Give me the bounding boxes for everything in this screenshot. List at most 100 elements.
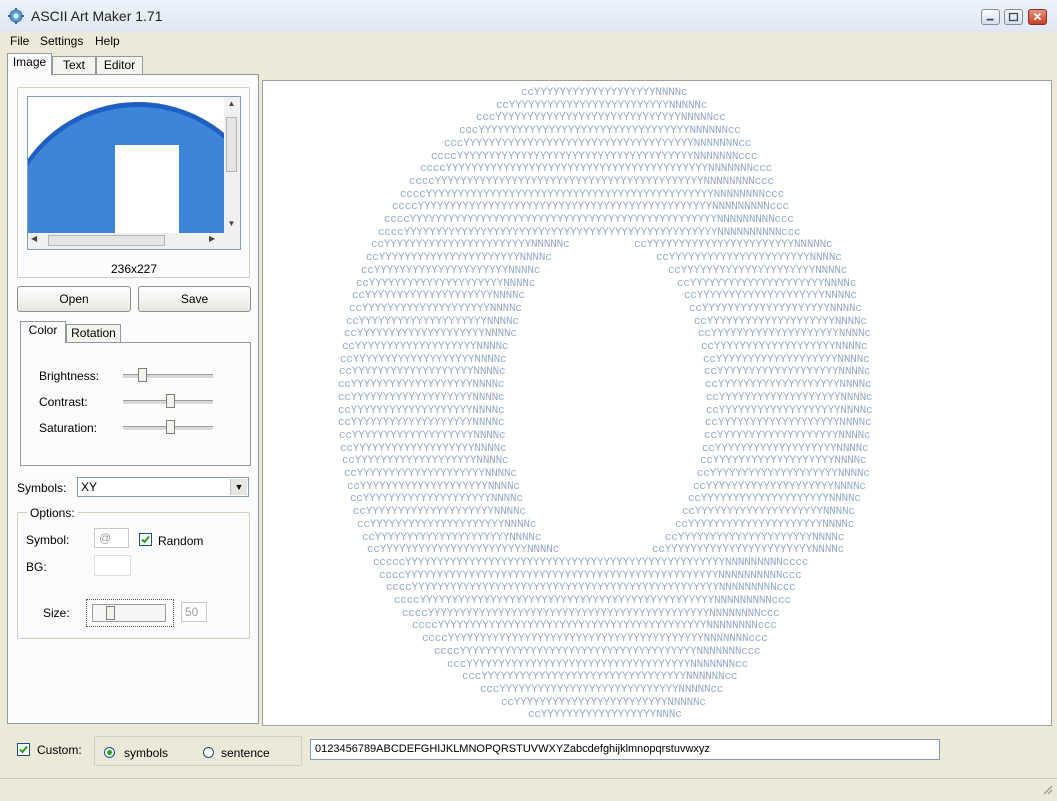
random-checkbox[interactable] [139, 533, 152, 546]
scroll-left-icon[interactable]: ◀ [31, 234, 43, 246]
symbols-select-value: XY [81, 480, 98, 494]
tab-image[interactable]: Image [7, 53, 52, 75]
ascii-art-line: cccYYYYYYYYYYYYYYYYYYYYYYYYYYYYNNNNNcc [480, 684, 724, 696]
ascii-art-line: ccYYYYYYYYYYYYYYYYYYYYYNNNNc [677, 278, 857, 290]
ascii-art-line: ccYYYYYYYYYYYYYYYYYYYNNNNc [705, 379, 872, 391]
ascii-art-line: ccYYYYYYYYYYYYYYYYYYYYNNNNc [347, 481, 520, 493]
symbols-radio[interactable] [104, 747, 115, 758]
ascii-art-line: ccccYYYYYYYYYYYYYYYYYYYYYYYYYYYYYYYYYYYY… [394, 595, 791, 607]
ascii-art-line: cccccYYYYYYYYYYYYYYYYYYYYYYYYYYYYYYYYYYY… [373, 557, 809, 569]
ascii-art-line: ccYYYYYYYYYYYYYYYYYYYYNNNNc [694, 316, 867, 328]
symbol-label: Symbol: [26, 533, 70, 547]
menu-settings[interactable]: Settings [40, 34, 83, 48]
contrast-label: Contrast: [39, 395, 88, 409]
ascii-art-line: ccccYYYYYYYYYYYYYYYYYYYYYYYYYYYYYYYYYYYY… [420, 163, 773, 175]
minimize-icon [986, 18, 994, 21]
contrast-slider[interactable] [166, 394, 175, 408]
sentence-radio-label: sentence [221, 746, 270, 760]
ascii-art-line: ccccYYYYYYYYYYYYYYYYYYYYYYYYYYYYYYYYYYYY… [402, 608, 780, 620]
vertical-scrollbar-thumb[interactable] [226, 117, 237, 172]
sentence-radio[interactable] [203, 747, 214, 758]
ascii-art-line: ccYYYYYYYYYYYYYYYYYYYNNNNc [338, 379, 505, 391]
ascii-art-line: ccccYYYYYYYYYYYYYYYYYYYYYYYYYYYYYYYYYYYY… [412, 620, 777, 632]
ascii-art-line: ccccYYYYYYYYYYYYYYYYYYYYYYYYYYYYYYYYYYYY… [378, 227, 801, 239]
custom-checkbox[interactable] [17, 743, 30, 756]
ascii-art-line: ccYYYYYYYYYYYYYYYYYYYYYYYYYNNNNNc [496, 100, 708, 112]
ascii-art-line: ccYYYYYYYYYYYYYYYYYYYYNNNNc [684, 290, 857, 302]
ascii-art-line: ccYYYYYYYYYYYYYYYYYYYYNNNNc [693, 481, 866, 493]
checkmark-icon [19, 745, 28, 754]
ascii-art-line: ccYYYYYYYYYYYYYYYYYYYYNNNNc [352, 290, 525, 302]
menu-file[interactable]: File [10, 34, 29, 48]
radio-selected-dot [107, 750, 112, 755]
size-slider[interactable] [92, 604, 166, 622]
random-label: Random [158, 534, 204, 548]
window-title: ASCII Art Maker 1.71 [31, 8, 163, 24]
tab-editor[interactable]: Editor [96, 56, 143, 75]
symbols-radio-label: symbols [124, 746, 169, 760]
ascii-art-line: ccYYYYYYYYYYYYYYYYYYYYNNNNc [698, 328, 871, 340]
symbols-select[interactable]: XY ▼ [77, 477, 249, 497]
tab-text[interactable]: Text [52, 56, 96, 75]
maximize-button[interactable] [1004, 9, 1023, 25]
size-input[interactable]: 50 [181, 602, 207, 622]
symbols-label: Symbols: [17, 481, 67, 495]
minimize-button[interactable] [981, 9, 1000, 25]
size-label: Size: [43, 606, 70, 620]
ascii-art-line: ccYYYYYYYYYYYYYYYYYYYYYNNNNc [675, 519, 855, 531]
ascii-art-line: cccYYYYYYYYYYYYYYYYYYYYYYYYYYYYYNNNNNcc [476, 112, 726, 124]
size-slider-thumb[interactable] [106, 606, 115, 620]
bg-color-swatch[interactable] [94, 555, 131, 576]
ascii-art-line: ccYYYYYYYYYYYYYYYYYYYNNNNc [704, 366, 871, 378]
save-button[interactable]: Save [138, 286, 251, 312]
ascii-art-line: cccYYYYYYYYYYYYYYYYYYYYYYYYYYYYYYYYYNNNN… [459, 125, 741, 137]
ascii-art-line: ccYYYYYYYYYYYYYYYYYYYYNNNNc [346, 316, 519, 328]
custom-charset-input[interactable]: 0123456789ABCDEFGHIJKLMNOPQRSTUVWXYZabcd… [310, 739, 940, 760]
resize-grip-icon[interactable] [1041, 783, 1053, 795]
ascii-art-line: ccccYYYYYYYYYYYYYYYYYYYYYYYYYYYYYYYYYYYY… [431, 151, 758, 163]
ascii-art-line: ccYYYYYYYYYYYYYYYYYYYNNNNc [338, 405, 505, 417]
ascii-art-line: ccYYYYYYYYYYYYYYYYYYYYYNNNNc [361, 265, 541, 277]
menu-help[interactable]: Help [95, 34, 120, 48]
saturation-slider[interactable] [166, 420, 175, 434]
chevron-down-icon[interactable]: ▼ [230, 479, 247, 495]
ascii-art-line: ccYYYYYYYYYYYYYYYYYYYYYYYNNNNc [652, 544, 845, 556]
image-dimensions: 236x227 [110, 262, 158, 276]
ascii-art-line: ccYYYYYYYYYYYYYYYYYYYNNNNc [706, 392, 873, 404]
ascii-art-line: ccYYYYYYYYYYYYYYYYYYYNNNNc [338, 392, 505, 404]
ascii-art-line: ccYYYYYYYYYYYYYYYYYYYNNNNc [521, 87, 688, 99]
saturation-label: Saturation: [39, 421, 98, 435]
tab-rotation[interactable]: Rotation [66, 324, 121, 343]
size-input-value: 50 [185, 605, 199, 619]
scroll-down-icon[interactable]: ▼ [224, 219, 239, 231]
tab-color[interactable]: Color [20, 321, 66, 343]
ascii-art-canvas[interactable]: ccYYYYYYYYYYYYYYYYYYYNNNNc ccYYYYYYYYYYYY… [262, 80, 1052, 726]
scroll-up-icon[interactable]: ▲ [224, 99, 239, 111]
ascii-art-line: ccYYYYYYYYYYYYYYYYYYYYYYYNNNNNc [634, 239, 833, 251]
ascii-art-line: ccYYYYYYYYYYYYYYYYYYYYYYYNNNNc [367, 544, 560, 556]
ascii-art-line: ccYYYYYYYYYYYYYYYYYYYYNNNNc [349, 303, 522, 315]
close-button[interactable] [1028, 9, 1047, 25]
scroll-right-icon[interactable]: ▶ [209, 234, 221, 246]
checkmark-icon [141, 535, 150, 544]
status-bar [0, 778, 1057, 801]
ascii-art-line: ccYYYYYYYYYYYYYYYYYYYNNNNc [705, 417, 872, 429]
ascii-art-line: ccYYYYYYYYYYYYYYYYYYYYYYYYNNNNNc [501, 697, 706, 709]
ascii-art-line: ccccYYYYYYYYYYYYYYYYYYYYYYYYYYYYYYYYYYYY… [392, 201, 789, 213]
symbol-input[interactable]: @ [94, 528, 129, 548]
ascii-art-line: cccYYYYYYYYYYYYYYYYYYYYYYYYYYYYYYYYNNNNN… [462, 671, 738, 683]
ascii-art-line: ccYYYYYYYYYYYYYYYYYYYYNNNNc [688, 493, 861, 505]
open-button[interactable]: Open [17, 286, 131, 312]
symbol-input-value: @ [99, 531, 112, 545]
close-icon [1033, 12, 1042, 21]
ascii-art-line: ccYYYYYYYYYYYYYYYYYYYNNNNc [703, 354, 870, 366]
brightness-label: Brightness: [39, 369, 100, 383]
ascii-art-line: ccYYYYYYYYYYYYYYYYYYYNNNNc [339, 430, 506, 442]
ascii-art-line: ccccYYYYYYYYYYYYYYYYYYYYYYYYYYYYYYYYYYYY… [422, 633, 768, 645]
ascii-art-line: ccYYYYYYYYYYYYYYYYYYYYYNNNNc [356, 278, 536, 290]
horizontal-scrollbar-thumb[interactable] [48, 235, 165, 246]
image-preview: ▲ ▼ ◀ ▶ [27, 96, 241, 250]
ascii-art-line: ccYYYYYYYYYYYYYYYYYYYYYNNNNc [665, 532, 845, 544]
ascii-art-line: ccYYYYYYYYYYYYYYYYYYYYNNNNc [344, 468, 517, 480]
brightness-slider[interactable] [138, 368, 147, 382]
